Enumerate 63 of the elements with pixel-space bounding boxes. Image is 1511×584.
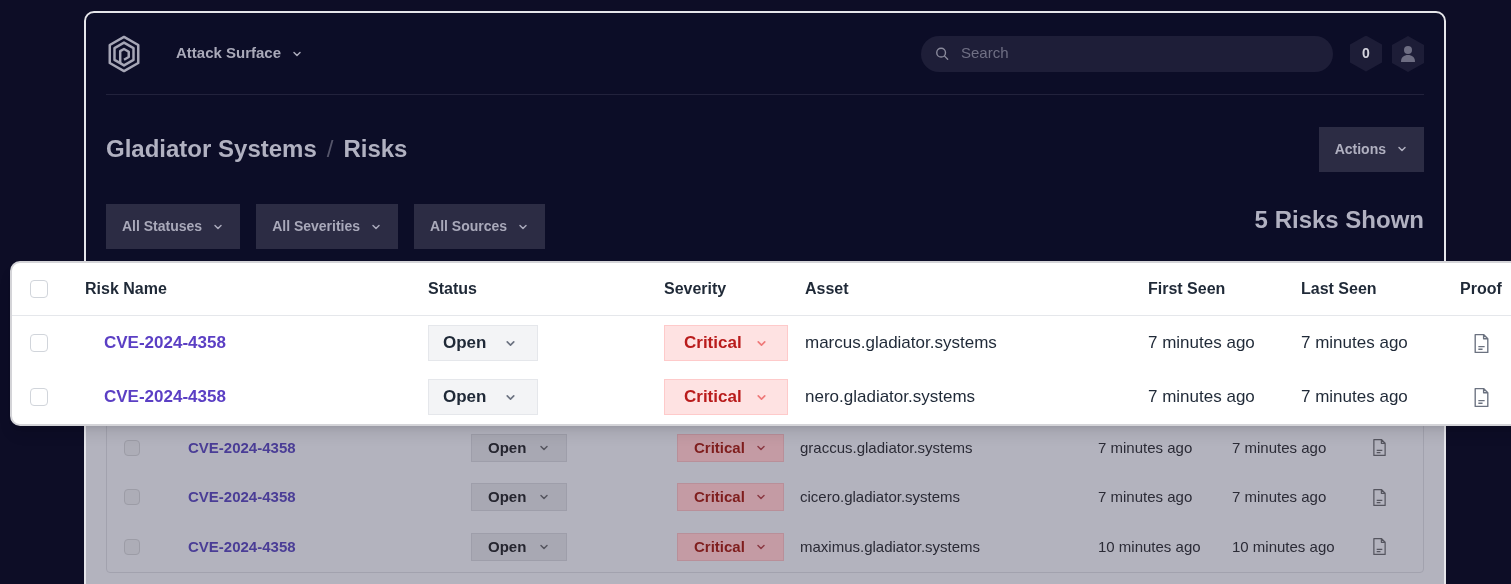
user-avatar-icon[interactable] bbox=[1392, 35, 1424, 72]
status-dropdown[interactable]: Open bbox=[428, 325, 538, 361]
severity-dropdown[interactable]: Critical bbox=[677, 483, 784, 512]
document-icon[interactable] bbox=[1473, 386, 1490, 408]
last-seen-cell-text: 7 minutes ago bbox=[1232, 487, 1327, 507]
risk-name-link[interactable]: CVE-2024-4358 bbox=[85, 384, 428, 410]
asset-cell-text: cicero.gladiator.systems bbox=[800, 487, 961, 507]
status-dropdown[interactable]: Open bbox=[428, 379, 538, 415]
filter-dropdown[interactable]: All Statuses bbox=[106, 204, 241, 249]
page-title: Risks bbox=[343, 134, 408, 164]
search-input[interactable]: Search bbox=[961, 42, 1319, 65]
hexagon-logo-icon[interactable] bbox=[106, 34, 142, 73]
column-header: Severity bbox=[664, 279, 728, 299]
asset-cell-text: maximus.gladiator.systems bbox=[800, 536, 981, 557]
risk-name-link[interactable]: CVE-2024-4358 bbox=[85, 330, 428, 356]
last-seen-cell-text: 10 minutes ago bbox=[1232, 536, 1335, 557]
document-icon[interactable] bbox=[1372, 537, 1387, 557]
column-header: Asset bbox=[805, 279, 850, 299]
asset-cell-text: nero.gladiator.systems bbox=[805, 386, 976, 409]
asset-cell-text: marcus.gladiator.systems bbox=[805, 332, 997, 355]
risk-name-link[interactable]: CVE-2024-4358 bbox=[172, 486, 471, 509]
breadcrumb-separator: / bbox=[326, 134, 334, 164]
severity-dropdown[interactable]: Critical bbox=[664, 379, 788, 415]
status-dropdown[interactable]: Open bbox=[471, 532, 567, 561]
column-header: Last Seen bbox=[1301, 279, 1378, 299]
column-header: Status bbox=[428, 279, 478, 299]
severity-dropdown[interactable]: Critical bbox=[677, 532, 784, 561]
column-header: First Seen bbox=[1148, 279, 1227, 299]
notification-badge[interactable]: 0 bbox=[1350, 35, 1382, 72]
risk-name-link[interactable]: CVE-2024-4358 bbox=[172, 436, 471, 459]
column-header: Proof bbox=[1460, 279, 1503, 299]
row-checkbox[interactable] bbox=[124, 439, 140, 456]
severity-dropdown[interactable]: Critical bbox=[677, 433, 784, 462]
first-seen-cell-text: 10 minutes ago bbox=[1098, 536, 1201, 557]
first-seen-cell-text: 7 minutes ago bbox=[1148, 386, 1255, 409]
search-field[interactable]: Search bbox=[921, 35, 1333, 72]
last-seen-cell-text: 7 minutes ago bbox=[1232, 437, 1327, 458]
search-icon bbox=[935, 46, 949, 61]
select-all-checkbox[interactable] bbox=[30, 280, 48, 298]
column-header: Risk Name bbox=[85, 279, 168, 299]
actions-button[interactable]: Actions bbox=[1318, 126, 1424, 172]
filter-dropdown[interactable]: All Severities bbox=[256, 204, 399, 249]
document-icon[interactable] bbox=[1372, 487, 1387, 507]
product-menu[interactable]: Attack Surface bbox=[176, 42, 304, 65]
risk-count: 5 Risks Shown bbox=[1254, 205, 1424, 235]
risk-name-link[interactable]: CVE-2024-4358 bbox=[172, 535, 471, 558]
first-seen-cell-text: 7 minutes ago bbox=[1148, 332, 1255, 355]
breadcrumb-link[interactable]: Gladiator Systems bbox=[106, 131, 317, 167]
document-icon[interactable] bbox=[1473, 332, 1490, 354]
asset-cell-text: graccus.gladiator.systems bbox=[800, 437, 973, 458]
row-checkbox[interactable] bbox=[30, 334, 48, 352]
first-seen-cell-text: 7 minutes ago bbox=[1098, 437, 1193, 458]
row-checkbox[interactable] bbox=[124, 489, 140, 506]
last-seen-cell-text: 7 minutes ago bbox=[1301, 386, 1408, 409]
filter-dropdown[interactable]: All Sources bbox=[414, 204, 546, 249]
row-checkbox[interactable] bbox=[124, 538, 140, 555]
status-dropdown[interactable]: Open bbox=[471, 433, 567, 462]
last-seen-cell-text: 7 minutes ago bbox=[1301, 332, 1408, 355]
first-seen-cell-text: 7 minutes ago bbox=[1098, 487, 1193, 507]
document-icon[interactable] bbox=[1372, 438, 1387, 458]
status-dropdown[interactable]: Open bbox=[471, 483, 567, 512]
severity-dropdown[interactable]: Critical bbox=[664, 325, 788, 361]
row-checkbox[interactable] bbox=[30, 388, 48, 406]
